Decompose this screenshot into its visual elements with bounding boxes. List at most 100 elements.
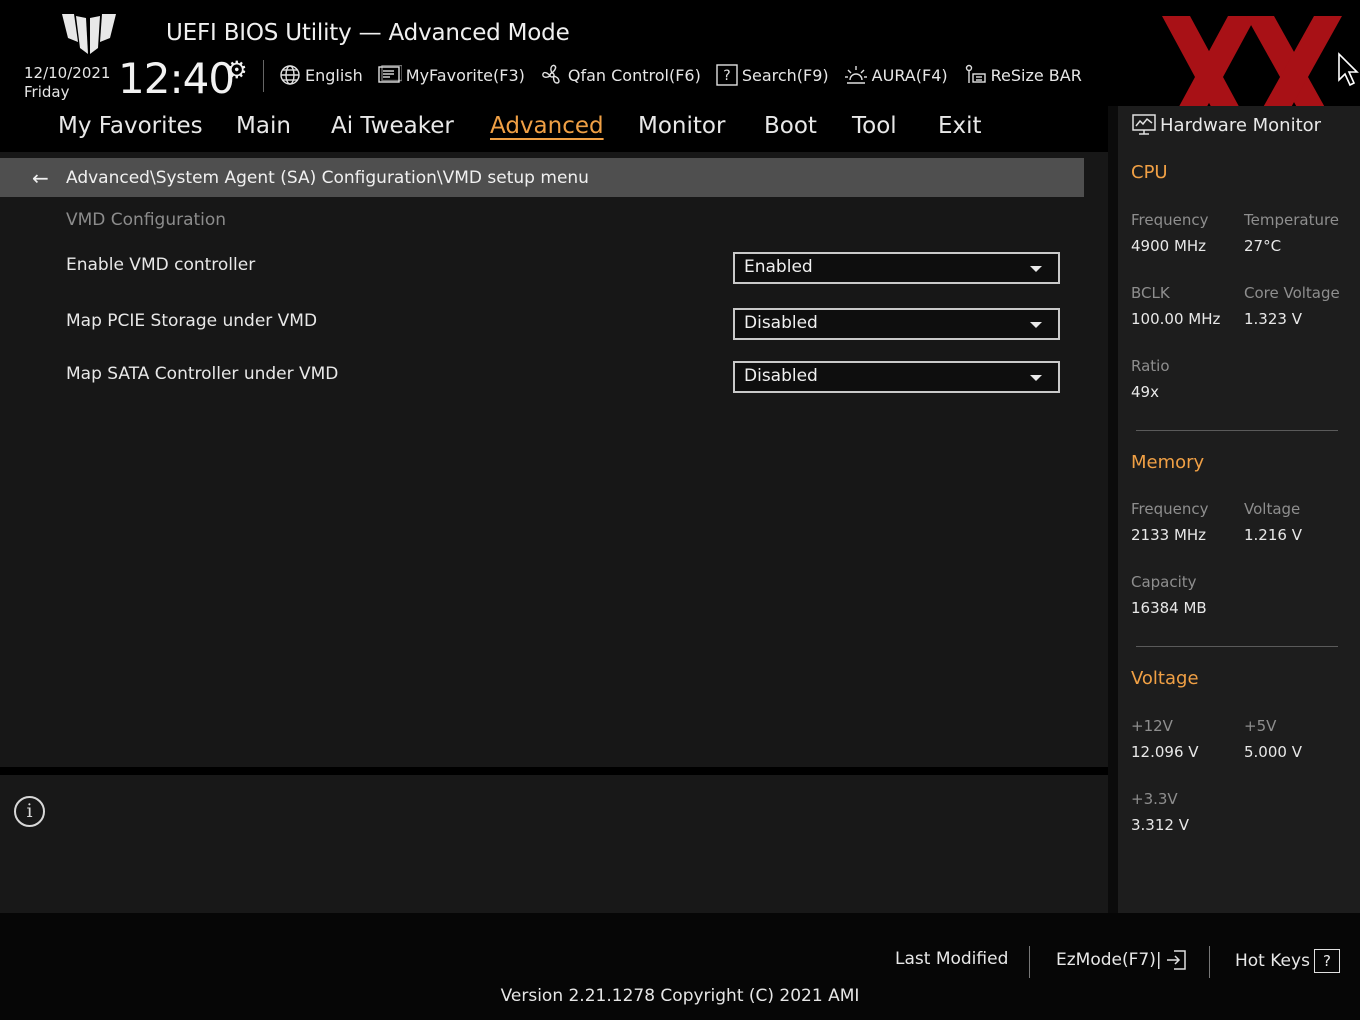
monitor-icon	[1132, 114, 1156, 135]
search-label: Search(F9)	[741, 65, 829, 85]
qfan-control-button[interactable]: Qfan Control(F6)	[540, 63, 701, 87]
hot-keys-button[interactable]: Hot Keys ?	[1235, 949, 1340, 973]
exit-to-ezmode-icon	[1166, 950, 1186, 970]
date-text: 12/10/2021	[24, 64, 111, 82]
tab-ai-tweaker[interactable]: Ai Tweaker	[331, 113, 454, 139]
settings-panel: ← Advanced\System Agent (SA) Configurati…	[0, 152, 1108, 767]
hw-divider	[1136, 430, 1338, 431]
footer: Last Modified EzMode(F7)| Hot Keys ? Ver…	[0, 913, 1360, 1020]
select-enable-vmd[interactable]: Enabled	[733, 252, 1060, 284]
voltage-3v3-label: +3.3V	[1131, 790, 1178, 808]
memory-voltage-label: Voltage	[1244, 500, 1301, 518]
info-icon: i	[14, 796, 45, 827]
svg-text:?: ?	[723, 68, 730, 84]
resize-bar-label: ReSize BAR	[990, 65, 1082, 85]
aura-light-icon	[844, 66, 867, 84]
last-modified-label: Last Modified	[895, 949, 1009, 969]
voltage-5v-value: 5.000 V	[1244, 743, 1302, 761]
memory-capacity-label: Capacity	[1131, 573, 1197, 591]
panel-divider	[0, 767, 1108, 775]
aura-label: AURA(F4)	[871, 65, 948, 85]
myfavorite-label: MyFavorite(F3)	[405, 65, 525, 85]
clock-settings-gear-icon[interactable]: ⚙	[226, 56, 248, 84]
help-info-panel: i	[0, 775, 1108, 913]
voltage-section-title: Voltage	[1131, 668, 1199, 689]
hardware-monitor-panel: Hardware Monitor CPU Frequency Temperatu…	[1118, 106, 1360, 913]
hardware-monitor-title: Hardware Monitor	[1160, 114, 1322, 136]
cpu-temperature-label: Temperature	[1244, 211, 1340, 229]
aura-button[interactable]: AURA(F4)	[844, 64, 948, 86]
resize-bar-button[interactable]: ReSize BAR	[963, 63, 1082, 87]
voltage-3v3-value: 3.312 V	[1131, 816, 1189, 834]
option-label-map-pcie-storage[interactable]: Map PCIE Storage under VMD	[66, 311, 317, 331]
tab-my-favorites[interactable]: My Favorites	[58, 113, 203, 139]
clock-display: 12:40	[118, 54, 235, 103]
select-value: Enabled	[744, 257, 813, 277]
tab-tool[interactable]: Tool	[852, 113, 897, 139]
select-map-sata-controller[interactable]: Disabled	[733, 361, 1060, 393]
memory-section-title: Memory	[1131, 452, 1205, 473]
main-tabs: My Favorites Main Ai Tweaker Advanced Mo…	[0, 106, 1108, 152]
version-copyright: Version 2.21.1278 Copyright (C) 2021 AMI	[500, 986, 860, 1006]
memory-voltage-value: 1.216 V	[1244, 526, 1302, 544]
cpu-frequency-label: Frequency	[1131, 211, 1209, 229]
language-button[interactable]: English	[279, 64, 363, 86]
memory-frequency-label: Frequency	[1131, 500, 1209, 518]
help-question-icon: ?	[1313, 949, 1340, 973]
ezmode-button[interactable]: EzMode(F7)|	[1056, 949, 1188, 971]
search-button[interactable]: ? Search(F9)	[716, 64, 829, 86]
dropdown-caret-icon	[1030, 266, 1042, 272]
memory-frequency-value: 2133 MHz	[1131, 526, 1207, 544]
voltage-12v-value: 12.096 V	[1131, 743, 1199, 761]
option-label-enable-vmd[interactable]: Enable VMD controller	[66, 255, 255, 275]
cpu-temperature-value: 27°C	[1244, 237, 1282, 255]
memory-capacity-value: 16384 MB	[1131, 599, 1207, 617]
breadcrumb-path: Advanced\System Agent (SA) Configuration…	[66, 167, 589, 188]
mouse-cursor-icon	[1338, 52, 1359, 87]
qfan-control-label: Qfan Control(F6)	[567, 65, 701, 85]
header: UEFI BIOS Utility — Advanced Mode 12/10/…	[0, 0, 1360, 138]
myfavorite-button[interactable]: MyFavorite(F3)	[378, 65, 525, 85]
tab-boot[interactable]: Boot	[764, 113, 817, 139]
voltage-5v-label: +5V	[1244, 717, 1277, 735]
toolbar: English MyFavorite(F3) Qfan Control(F6) …	[279, 62, 1097, 88]
tab-advanced[interactable]: Advanced	[490, 113, 604, 139]
dropdown-caret-icon	[1030, 322, 1042, 328]
tuf-logo-icon	[62, 14, 116, 54]
footer-separator	[1209, 946, 1210, 978]
cpu-bclk-label: BCLK	[1131, 284, 1170, 302]
fan-icon	[541, 64, 560, 84]
tab-monitor[interactable]: Monitor	[638, 113, 725, 139]
cpu-bclk-value: 100.00 MHz	[1131, 310, 1221, 328]
option-label-map-sata-controller[interactable]: Map SATA Controller under VMD	[66, 364, 338, 384]
footer-separator	[1029, 946, 1030, 978]
voltage-12v-label: +12V	[1131, 717, 1173, 735]
cpu-ratio-label: Ratio	[1131, 357, 1170, 375]
breadcrumb[interactable]: ← Advanced\System Agent (SA) Configurati…	[0, 158, 1084, 197]
cpu-ratio-value: 49x	[1131, 383, 1159, 401]
cpu-frequency-value: 4900 MHz	[1131, 237, 1207, 255]
hw-divider	[1136, 646, 1338, 647]
day-text: Friday	[24, 83, 70, 101]
select-value: Disabled	[744, 313, 818, 333]
language-label: English	[305, 65, 363, 85]
app-title: UEFI BIOS Utility — Advanced Mode	[166, 20, 570, 46]
tab-exit[interactable]: Exit	[938, 113, 982, 139]
favorite-icon	[378, 65, 402, 83]
section-title: VMD Configuration	[66, 210, 227, 230]
select-value: Disabled	[744, 366, 818, 386]
select-map-pcie-storage[interactable]: Disabled	[733, 308, 1060, 340]
hardware-monitor-header: Hardware Monitor	[1132, 114, 1321, 136]
cpu-section-title: CPU	[1131, 162, 1168, 183]
cpu-core-voltage-label: Core Voltage	[1244, 284, 1340, 302]
globe-icon	[280, 65, 300, 85]
tab-main[interactable]: Main	[236, 113, 291, 139]
dropdown-caret-icon	[1030, 375, 1042, 381]
header-separator	[263, 60, 264, 92]
cpu-core-voltage-value: 1.323 V	[1244, 310, 1302, 328]
last-modified-button[interactable]: Last Modified	[895, 949, 1008, 969]
date-display: 12/10/2021 Friday	[24, 64, 110, 102]
hot-keys-label: Hot Keys	[1235, 951, 1310, 971]
search-help-icon: ?	[716, 64, 738, 86]
back-arrow-icon[interactable]: ←	[32, 166, 60, 190]
